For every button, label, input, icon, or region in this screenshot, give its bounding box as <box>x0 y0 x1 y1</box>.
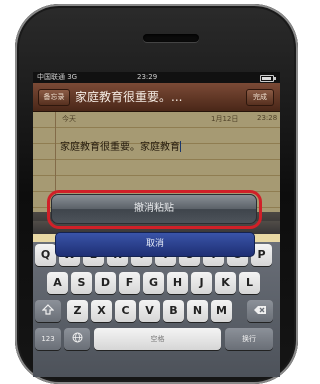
earpiece-speaker <box>143 34 199 42</box>
key-b[interactable]: B <box>163 300 184 322</box>
key-d[interactable]: D <box>95 272 116 294</box>
shift-key[interactable] <box>35 300 61 322</box>
note-title: 家庭教育很重要。... <box>75 90 183 104</box>
key-q[interactable]: Q <box>35 244 56 266</box>
key-f[interactable]: F <box>119 272 140 294</box>
key-g[interactable]: G <box>143 272 164 294</box>
shift-icon <box>41 304 55 315</box>
battery-icon <box>260 75 276 82</box>
notes-back-button[interactable]: 备忘录 <box>38 89 70 106</box>
key-v[interactable]: V <box>139 300 160 322</box>
nav-bar: 备忘录 家庭教育很重要。... 完成 <box>33 83 280 112</box>
clock-label: 23:29 <box>137 73 158 81</box>
status-bar: 中国联通 3G 23:29 <box>33 72 280 83</box>
key-h[interactable]: H <box>167 272 188 294</box>
carrier-label: 中国联通 3G <box>37 73 78 81</box>
globe-key[interactable] <box>64 328 90 350</box>
key-m[interactable]: M <box>211 300 232 322</box>
key-x[interactable]: X <box>91 300 112 322</box>
screen: 中国联通 3G 23:29 备忘录 家庭教育很重要。... 完成 今天 1月12… <box>33 72 280 377</box>
key-n[interactable]: N <box>187 300 208 322</box>
phone-frame: 中国联通 3G 23:29 备忘录 家庭教育很重要。... 完成 今天 1月12… <box>15 4 298 384</box>
keyboard: Q W E R T Y U I O P A S D F G H J K L Z … <box>33 242 280 377</box>
key-k[interactable]: K <box>215 272 236 294</box>
done-button[interactable]: 完成 <box>246 89 274 106</box>
key-c[interactable]: C <box>115 300 136 322</box>
key-a[interactable]: A <box>47 272 68 294</box>
space-key[interactable]: 空格 <box>94 328 221 350</box>
key-s[interactable]: S <box>71 272 92 294</box>
key-l[interactable]: L <box>239 272 260 294</box>
return-key[interactable]: 换行 <box>225 328 273 350</box>
numbers-key[interactable]: 123 <box>35 328 61 350</box>
key-j[interactable]: J <box>191 272 212 294</box>
delete-icon <box>254 306 266 314</box>
delete-key[interactable] <box>247 300 273 322</box>
globe-icon <box>72 332 82 343</box>
key-z[interactable]: Z <box>67 300 88 322</box>
highlight-annotation-ring <box>47 190 262 229</box>
cancel-button[interactable]: 取消 <box>55 232 255 257</box>
